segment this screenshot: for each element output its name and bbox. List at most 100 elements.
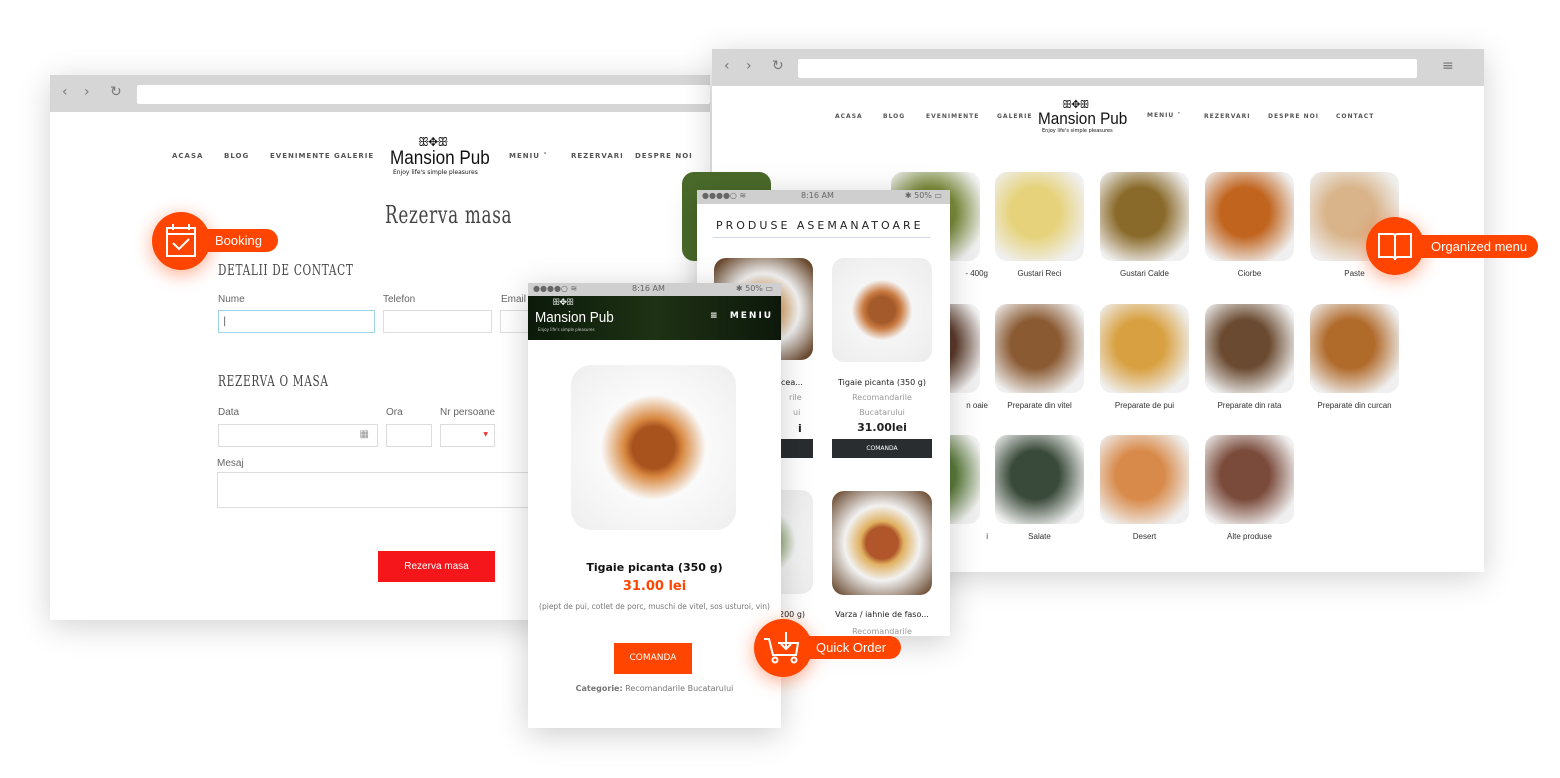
product-category: Recomandarile bbox=[852, 393, 912, 402]
product-price: i bbox=[798, 422, 802, 435]
status-time: 8:16 AM bbox=[801, 191, 834, 200]
reload-icon[interactable]: ↻ bbox=[110, 84, 122, 100]
similar-title: PRODUSE ASEMANATOARE bbox=[716, 219, 924, 232]
category-image[interactable] bbox=[1100, 435, 1189, 524]
category-label[interactable]: Preparate din vitel bbox=[995, 401, 1084, 410]
label-ora: Ora bbox=[386, 407, 403, 418]
category-label[interactable]: Preparate de pui bbox=[1100, 401, 1189, 410]
forward-icon[interactable]: › bbox=[84, 84, 90, 100]
persons-select[interactable]: ▼ bbox=[440, 424, 495, 447]
category-image[interactable] bbox=[1205, 304, 1294, 393]
nav-evenimente[interactable]: EVENIMENTE bbox=[270, 152, 331, 160]
category-label[interactable]: Preparate din rata bbox=[1205, 401, 1294, 410]
dropdown-arrow-icon: ▼ bbox=[483, 431, 488, 438]
category-label[interactable]: Preparate din curcan bbox=[1310, 401, 1399, 410]
quick-order-badge-circle bbox=[754, 619, 812, 677]
product-image[interactable] bbox=[832, 491, 932, 595]
nav-evenimente[interactable]: EVENIMENTE bbox=[926, 113, 979, 120]
category-image[interactable] bbox=[1100, 172, 1189, 261]
product-price: 31.00lei bbox=[857, 421, 907, 434]
nav-galerie[interactable]: GALERIE bbox=[334, 152, 374, 160]
logo[interactable]: Mansion Pub bbox=[1038, 109, 1127, 129]
nav-despre-noi[interactable]: DESPRE NOI bbox=[635, 152, 693, 160]
category-image[interactable] bbox=[1310, 304, 1399, 393]
category-image[interactable] bbox=[995, 435, 1084, 524]
product-category: Recomandarile bbox=[852, 627, 912, 636]
logo[interactable]: Mansion Pub bbox=[535, 309, 614, 326]
organized-menu-badge-circle bbox=[1366, 217, 1424, 275]
booking-badge-circle bbox=[152, 212, 210, 270]
nav-blog[interactable]: BLOG bbox=[883, 113, 905, 120]
back-icon[interactable]: ‹ bbox=[62, 84, 68, 100]
logo-ornament: ꕥ✥ꕥ bbox=[552, 298, 574, 308]
category-label[interactable]: Ciorbe bbox=[1205, 269, 1294, 278]
product-price: 31.00 lei bbox=[622, 579, 687, 594]
reload-icon[interactable]: ↻ bbox=[772, 58, 784, 74]
label-nume: Nume bbox=[218, 294, 245, 305]
product-name[interactable]: Tigaie picanta (350 g) bbox=[822, 378, 942, 387]
product-detail-phone: ●●●●○ ≋ 8:16 AM ✱ 50% ▭ ꕥ✥ꕥ Mansion Pub … bbox=[528, 283, 781, 728]
page-title: Rezerva masa bbox=[385, 201, 513, 229]
product-category: Bucatarului bbox=[859, 408, 905, 417]
calendar-icon[interactable]: ▦ bbox=[360, 429, 369, 440]
label-data: Data bbox=[218, 407, 240, 418]
label-mesaj: Mesaj bbox=[217, 458, 244, 469]
product-category: rile bbox=[789, 393, 802, 402]
category-image[interactable] bbox=[1205, 172, 1294, 261]
nav-meniu[interactable]: MENIU ˅ bbox=[1147, 112, 1181, 119]
category-image[interactable] bbox=[1205, 435, 1294, 524]
divider bbox=[713, 237, 930, 238]
reserve-button[interactable]: Rezerva masa bbox=[378, 551, 495, 582]
category-label[interactable]: Alte produse bbox=[1205, 532, 1294, 541]
order-button[interactable]: COMANDA bbox=[614, 643, 692, 674]
book-icon bbox=[1378, 233, 1412, 261]
cart-download-icon bbox=[764, 632, 800, 664]
order-button[interactable]: COMANDA bbox=[832, 439, 932, 458]
category-label[interactable]: Desert bbox=[1100, 532, 1189, 541]
product-name[interactable]: 200 g) bbox=[779, 610, 805, 619]
product-image bbox=[571, 365, 736, 530]
category-label[interactable]: Gustari Reci bbox=[995, 269, 1084, 278]
address-bar[interactable] bbox=[137, 85, 710, 104]
category-label[interactable]: Salate bbox=[995, 532, 1084, 541]
product-name: Tigaie picanta (350 g) bbox=[586, 561, 723, 574]
nav-rezervari[interactable]: REZERVARI bbox=[571, 152, 624, 160]
logo[interactable]: Mansion Pub bbox=[390, 148, 490, 170]
logo-tagline: Enjoy life's simple pleasures bbox=[538, 327, 595, 332]
label-telefon: Telefon bbox=[383, 294, 416, 305]
nav-blog[interactable]: BLOG bbox=[224, 152, 249, 160]
phone-input[interactable] bbox=[383, 310, 492, 333]
product-description: (piept de pui, cotlet de porc, muschi de… bbox=[539, 602, 770, 611]
mobile-header: ꕥ✥ꕥ Mansion Pub Enjoy life's simple plea… bbox=[528, 296, 781, 340]
product-image[interactable] bbox=[832, 258, 932, 362]
status-time: 8:16 AM bbox=[632, 284, 665, 293]
back-icon[interactable]: ‹ bbox=[724, 58, 730, 74]
product-name[interactable]: Varza / iahnie de faso... bbox=[822, 610, 942, 619]
nav-galerie[interactable]: GALERIE bbox=[997, 113, 1032, 120]
status-bar: ●●●●○ ≋ 8:16 AM ✱ 50% ▭ bbox=[697, 190, 950, 204]
category-label[interactable]: Gustari Calde bbox=[1100, 269, 1189, 278]
nav-meniu[interactable]: MENIU ˅ bbox=[509, 152, 548, 160]
calendar-check-icon bbox=[166, 224, 196, 257]
section-reserve: REZERVA O MASA bbox=[218, 372, 329, 390]
address-bar[interactable] bbox=[798, 59, 1417, 78]
category-image[interactable] bbox=[1100, 304, 1189, 393]
nav-contact[interactable]: CONTACT bbox=[1336, 113, 1374, 120]
product-category: ui bbox=[793, 408, 801, 417]
nav-acasa[interactable]: ACASA bbox=[172, 152, 203, 160]
name-input[interactable]: | bbox=[218, 310, 375, 333]
time-input[interactable] bbox=[386, 424, 432, 447]
forward-icon[interactable]: › bbox=[746, 58, 752, 74]
logo-tagline: Enjoy life's simple pleasures bbox=[393, 169, 478, 176]
category-image[interactable] bbox=[995, 172, 1084, 261]
nav-acasa[interactable]: ACASA bbox=[835, 113, 863, 120]
label-email: Email bbox=[501, 294, 527, 305]
menu-icon[interactable]: ≡ bbox=[1442, 58, 1454, 74]
status-bar: ●●●●○ ≋ 8:16 AM ✱ 50% ▭ bbox=[528, 283, 781, 297]
nav-despre-noi[interactable]: DESPRE NOI bbox=[1268, 113, 1319, 120]
date-input[interactable]: ▦ bbox=[218, 424, 378, 447]
product-category: Categorie: Recomandarile Bucatarului bbox=[575, 684, 734, 693]
category-image[interactable] bbox=[995, 304, 1084, 393]
hamburger-menu-button[interactable]: ≡ MENIU bbox=[710, 311, 773, 321]
nav-rezervari[interactable]: REZERVARI bbox=[1204, 113, 1251, 120]
